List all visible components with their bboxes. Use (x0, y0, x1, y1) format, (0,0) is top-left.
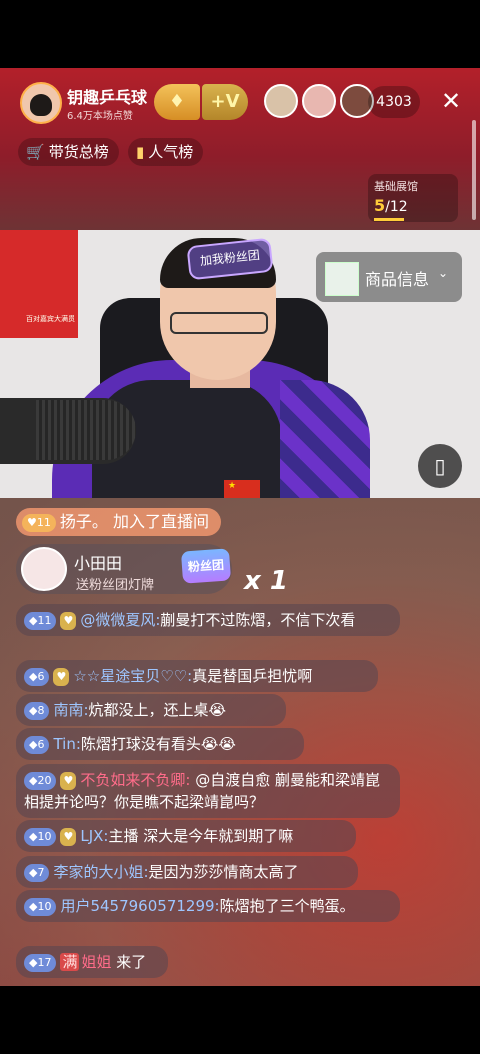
host-likes: 6.4万本场点赞 (67, 111, 133, 122)
gift-count: x 1 (244, 566, 288, 596)
join-message: ♥11 扬子。 加入了直播间 (16, 508, 221, 536)
level-badge: ◆10 (24, 827, 57, 846)
fan-club-gift-icon: 粉丝团 (180, 548, 232, 584)
rotate-screen-icon[interactable]: ▯ (418, 444, 462, 488)
comment-item[interactable]: ◆6 ♥ ☆☆星途宝贝♡♡:真是替国乒担忧啊 (16, 660, 378, 692)
level-badge: ◆20 (24, 771, 57, 790)
glasses (170, 312, 268, 334)
level-badge: ◆11 (24, 611, 57, 630)
close-icon[interactable]: ✕ (436, 86, 466, 116)
wall-poster: 百对嘉宾大满贯 (0, 230, 78, 338)
heart-icon: ♥ (60, 827, 77, 846)
chevron-down-icon: ⌄ (438, 266, 449, 280)
hall-progress: 5/12 (374, 196, 408, 215)
heart-icon: ♥ (53, 667, 70, 686)
gift-sender-avatar[interactable] (21, 547, 67, 591)
heart-icon: ♥ (60, 611, 77, 630)
comment-item[interactable]: ◆20 ♥ 不负如来不负卿: @自渡自愈 蒯曼能和梁靖崑相提并论吗？你是瞧不起梁靖崑… (16, 764, 400, 818)
comment-item[interactable]: ◆6 Tin:陈熠打球没有看头😭😭 (16, 728, 304, 760)
comment-item[interactable]: ◆17 满姐姐 来了 (16, 946, 168, 978)
product-thumbnail (325, 262, 359, 296)
sales-rank-button[interactable]: 🛒 带货总榜 (18, 138, 119, 166)
level-badge: ◆6 (24, 735, 50, 754)
scrollbar[interactable] (472, 120, 476, 220)
host-avatar[interactable] (20, 82, 62, 124)
follow-button[interactable]: +V (202, 84, 248, 120)
host-name[interactable]: 钥趣乒乓球 (67, 84, 147, 108)
heart-level-badge: ♥11 (22, 513, 56, 532)
viewer-avatar[interactable] (264, 84, 298, 118)
comment-item[interactable]: ◆7 李家的大小姐:是因为莎莎情商太高了 (16, 856, 358, 888)
comment-item[interactable]: ◆10 ♥ LJX:主播 深大是今年就到期了嘛 (16, 820, 356, 852)
comment-item[interactable]: ◆11 ♥ @微微夏风:蒯曼打不过陈熠，不信下次看 (16, 604, 400, 636)
full-badge: 满 (60, 953, 80, 971)
level-badge: ◆10 (24, 897, 57, 916)
level-badge: ◆7 (24, 863, 50, 882)
level-badge: ◆6 (24, 667, 50, 686)
comment-item[interactable]: ◆8 南南:炕都没上，还上桌😭 (16, 694, 286, 726)
bar-chart-icon: ▮ (136, 143, 145, 161)
gift-icon[interactable]: ♦ (154, 84, 200, 120)
cart-icon: 🛒 (26, 143, 45, 161)
level-badge: ◆17 (24, 953, 57, 972)
viewer-count[interactable]: 4303 (368, 86, 420, 118)
level-badge: ◆8 (24, 701, 50, 720)
popular-rank-button[interactable]: ▮ 人气榜 (128, 138, 204, 166)
comment-item[interactable]: ◆10 用户5457960571299:陈熠抱了三个鸭蛋。 (16, 890, 400, 922)
heart-icon: ♥ (60, 771, 77, 790)
viewer-avatar[interactable] (302, 84, 336, 118)
